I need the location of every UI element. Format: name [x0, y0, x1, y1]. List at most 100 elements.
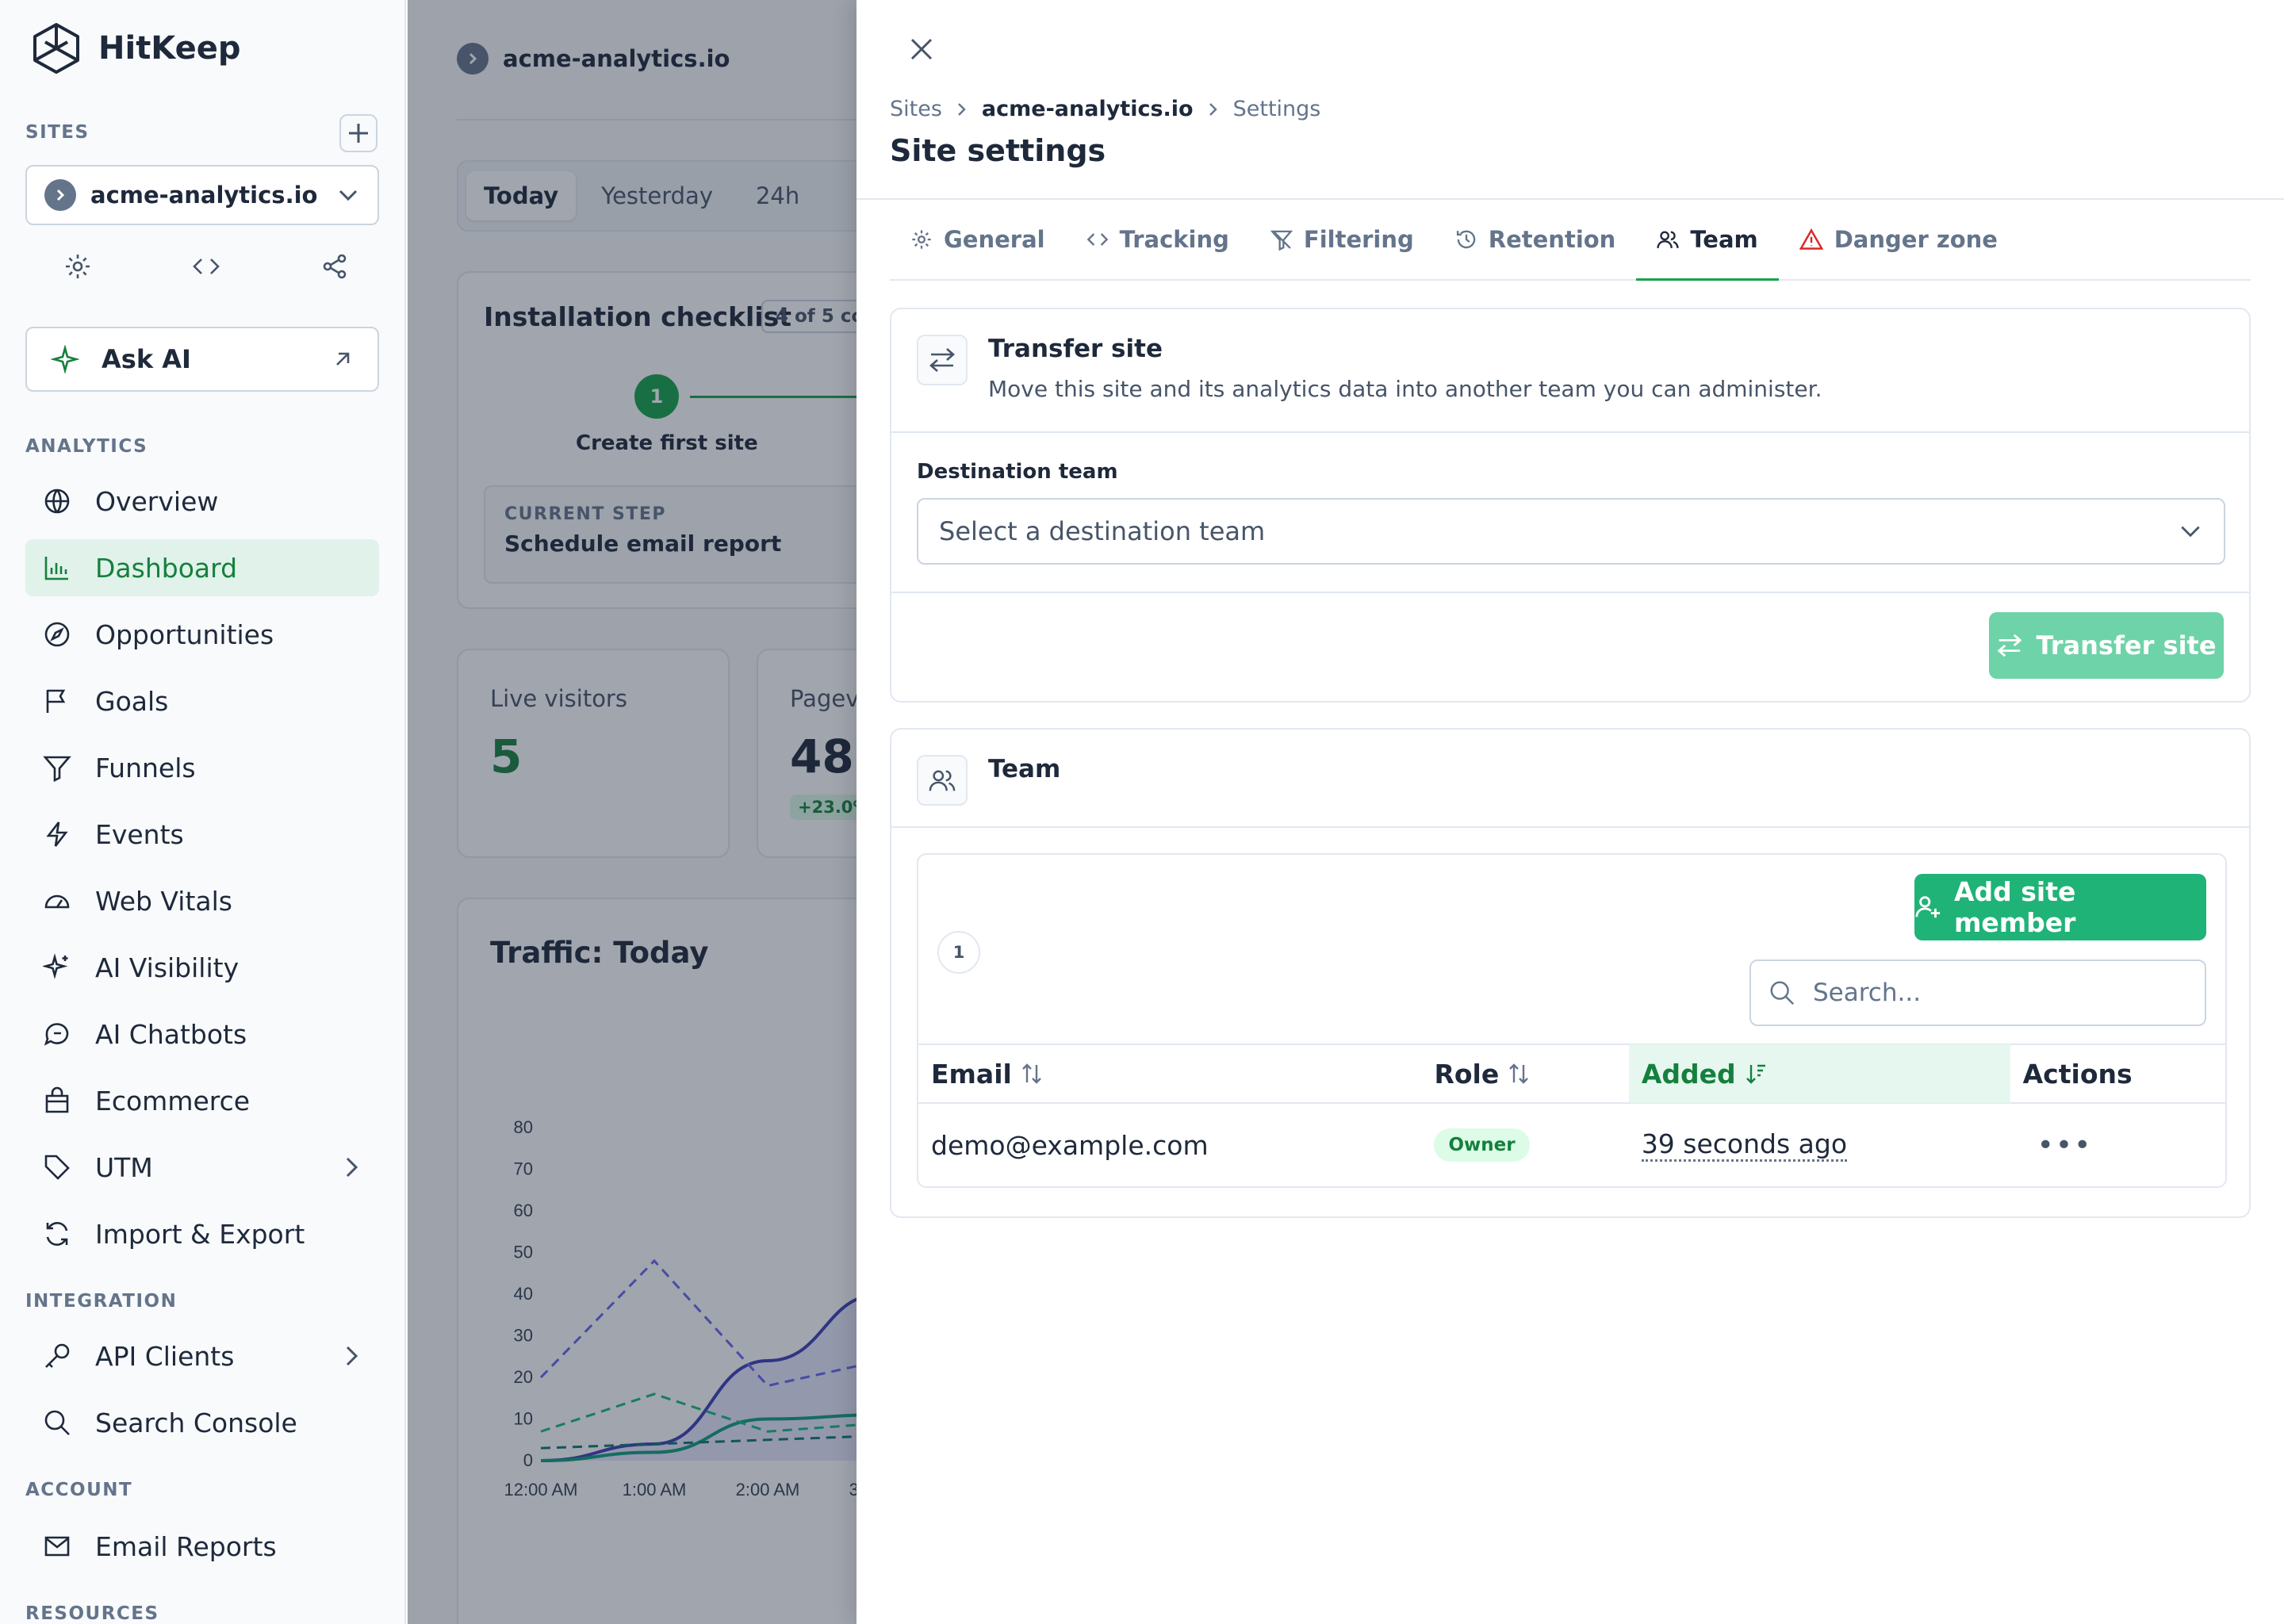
column-header-role[interactable]: Role: [1421, 1044, 1628, 1103]
tab-danger-zone[interactable]: Danger zone: [1779, 200, 2018, 279]
nav-label: Search Console: [95, 1407, 297, 1438]
gear-icon[interactable]: [63, 252, 92, 281]
column-label: Email: [931, 1058, 1012, 1090]
member-email: demo@example.com: [931, 1129, 1209, 1161]
nav-item-funnels[interactable]: Funnels: [25, 739, 379, 796]
transfer-icon: [1996, 632, 2023, 659]
column-header-actions: Actions: [2010, 1044, 2225, 1103]
app-name: HitKeep: [98, 30, 241, 67]
transfer-site-button[interactable]: Transfer site: [1989, 612, 2224, 679]
nav-item-api-clients[interactable]: API Clients: [25, 1327, 379, 1385]
row-actions-cell: •••: [2010, 1129, 2225, 1162]
bar-chart-icon: [43, 553, 71, 582]
nav-label: Email Reports: [95, 1530, 277, 1562]
nav-item-goals[interactable]: Goals: [25, 672, 379, 730]
nav-item-events[interactable]: Events: [25, 806, 379, 863]
main-content: acme-analytics.io Today Yesterday 24h In…: [408, 0, 856, 1624]
resources-section-label: RESOURCES: [25, 1603, 159, 1624]
member-count-badge: 1: [937, 931, 980, 974]
chevron-down-icon: [2178, 519, 2203, 544]
nav-item-ai-chatbots[interactable]: AI Chatbots: [25, 1005, 379, 1063]
account-section-label: ACCOUNT: [25, 1480, 133, 1500]
nav-item-import-export[interactable]: Import & Export: [25, 1205, 379, 1262]
table-row: demo@example.com Owner 39 seconds ago ••…: [918, 1104, 2225, 1186]
gear-icon: [910, 228, 933, 251]
site-settings-drawer: Sites acme-analytics.io Settings Site se…: [856, 0, 2284, 1624]
tag-icon: [43, 1153, 71, 1182]
tab-label: Team: [1690, 226, 1758, 253]
chevron-down-icon: [336, 183, 360, 207]
member-search-field[interactable]: [1749, 959, 2206, 1026]
nav-item-overview[interactable]: Overview: [25, 473, 379, 530]
team-members-card: 1 Add site member Email Role: [917, 853, 2227, 1188]
tab-team[interactable]: Team: [1636, 200, 1780, 281]
globe-icon: [43, 487, 71, 515]
nav-item-utm[interactable]: UTM: [25, 1139, 379, 1196]
site-tools: [63, 252, 349, 281]
nav-item-dashboard[interactable]: Dashboard: [25, 539, 379, 596]
member-role-cell: Owner: [1421, 1128, 1628, 1162]
nav-item-web-vitals[interactable]: Web Vitals: [25, 872, 379, 929]
column-header-added[interactable]: Added: [1628, 1044, 2010, 1103]
hitkeep-logo-icon: [32, 22, 81, 75]
sites-section-label: SITES: [25, 122, 90, 143]
chevron-right-icon: [956, 102, 968, 117]
nav-label: Ecommerce: [95, 1085, 251, 1116]
close-button[interactable]: [904, 32, 939, 67]
sparkle-icon: [51, 345, 79, 373]
site-selector-value: acme-analytics.io: [90, 182, 318, 209]
tab-retention[interactable]: Retention: [1435, 200, 1637, 279]
sort-icon: [1020, 1062, 1044, 1086]
nav-label: API Clients: [95, 1340, 235, 1372]
sparkle-icon: [43, 953, 71, 982]
nav-item-ai-visibility[interactable]: AI Visibility: [25, 939, 379, 996]
chat-icon: [43, 1020, 71, 1048]
nav-item-opportunities[interactable]: Opportunities: [25, 606, 379, 663]
destination-team-placeholder: Select a destination team: [939, 516, 1266, 546]
integration-section-label: INTEGRATION: [25, 1291, 178, 1312]
modal-backdrop[interactable]: [408, 0, 856, 1624]
tab-tracking[interactable]: Tracking: [1066, 200, 1250, 279]
role-badge: Owner: [1434, 1128, 1530, 1162]
tab-general[interactable]: General: [890, 200, 1066, 279]
tab-label: Danger zone: [1834, 226, 1998, 253]
column-header-email[interactable]: Email: [918, 1044, 1421, 1103]
destination-team-select[interactable]: Select a destination team: [917, 498, 2225, 565]
breadcrumb-site-link[interactable]: acme-analytics.io: [982, 97, 1194, 121]
column-label: Actions: [2022, 1058, 2133, 1090]
table-header: Email Role Added Actions: [918, 1044, 2225, 1104]
ask-ai-button[interactable]: Ask AI: [25, 327, 379, 392]
member-search-input[interactable]: [1813, 979, 2187, 1007]
more-actions-icon[interactable]: •••: [2023, 1129, 2093, 1162]
nav-label: AI Visibility: [95, 952, 240, 983]
code-icon[interactable]: [192, 252, 220, 281]
page-title: Site settings: [890, 133, 1106, 168]
nav-label: Events: [95, 818, 184, 850]
tab-label: Tracking: [1119, 226, 1229, 253]
funnel-icon: [43, 753, 71, 782]
app-logo[interactable]: HitKeep: [32, 22, 241, 75]
users-icon: [1657, 228, 1679, 251]
divider: [891, 826, 2249, 828]
breadcrumb-sites-link[interactable]: Sites: [890, 97, 942, 121]
filter-icon: [1270, 228, 1293, 251]
share-icon[interactable]: [320, 252, 349, 281]
nav-item-ecommerce[interactable]: Ecommerce: [25, 1072, 379, 1129]
divider: [891, 431, 2249, 433]
key-icon: [43, 1342, 71, 1370]
site-selector[interactable]: acme-analytics.io: [25, 165, 379, 225]
add-site-member-button[interactable]: Add site member: [1914, 874, 2206, 940]
tab-filtering[interactable]: Filtering: [1250, 200, 1435, 279]
tab-label: General: [944, 226, 1045, 253]
flag-icon: [43, 687, 71, 715]
nav-item-email-reports[interactable]: Email Reports: [25, 1518, 379, 1575]
nav-label: Goals: [95, 685, 169, 717]
nav-label: UTM: [95, 1151, 153, 1183]
nav-item-search-console[interactable]: Search Console: [25, 1394, 379, 1451]
bolt-icon: [43, 820, 71, 848]
search-icon: [1769, 979, 1795, 1006]
member-added-time[interactable]: 39 seconds ago: [1641, 1128, 1848, 1162]
user-plus-icon: [1914, 894, 1941, 921]
add-site-button[interactable]: [339, 114, 377, 152]
nav-label: Web Vitals: [95, 885, 232, 917]
